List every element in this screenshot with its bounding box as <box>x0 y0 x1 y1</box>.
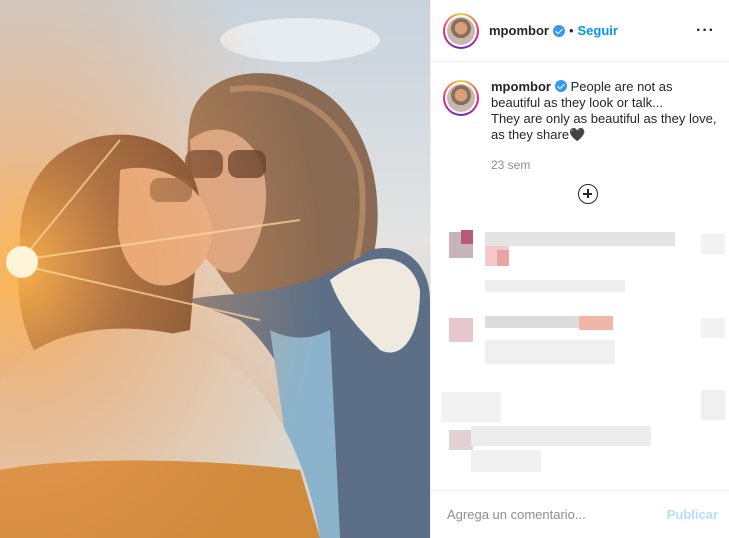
blurred-comment-3 <box>431 386 729 482</box>
blurred-comment-time-1 <box>485 280 625 292</box>
load-more-comments-icon[interactable] <box>578 184 598 204</box>
post-header: mpombor • Seguir ··· <box>431 0 729 62</box>
caption-avatar[interactable] <box>443 80 479 116</box>
caption-text-line-3: They are only as beautiful as they love, <box>491 111 717 126</box>
comment-bar: Publicar <box>431 490 729 538</box>
blurred-comment-2 <box>431 310 729 370</box>
header-username[interactable]: mpombor <box>489 23 549 38</box>
separator-dot: • <box>568 23 574 38</box>
post-photo[interactable] <box>0 0 430 538</box>
more-options-icon[interactable]: ··· <box>696 22 715 40</box>
caption-verified-badge-icon <box>554 80 567 92</box>
caption-body: mpombor People are not as beautiful as t… <box>491 79 716 173</box>
caption-avatar-image <box>447 84 475 112</box>
post-side-panel: mpombor • Seguir ··· mpombor People are … <box>430 0 729 538</box>
comment-input[interactable] <box>447 507 667 522</box>
black-heart-emoji: 🖤 <box>569 127 586 142</box>
caption-text-line-2: beautiful as they look or talk... <box>491 95 663 110</box>
post-caption: mpombor People are not as beautiful as t… <box>431 62 729 173</box>
follow-button[interactable]: Seguir <box>578 23 618 38</box>
publish-button[interactable]: Publicar <box>667 507 718 522</box>
avatar-image <box>447 16 475 45</box>
verified-badge-icon <box>552 24 565 37</box>
blurred-comment-1 <box>431 228 729 278</box>
avatar[interactable] <box>443 12 479 49</box>
couple-photo-illustration <box>0 0 430 538</box>
caption-username[interactable]: mpombor <box>491 79 551 94</box>
caption-text-line-1: People are not as <box>570 79 673 94</box>
caption-text-line-4: as they share <box>491 127 570 142</box>
post-time[interactable]: 23 sem <box>491 157 716 173</box>
